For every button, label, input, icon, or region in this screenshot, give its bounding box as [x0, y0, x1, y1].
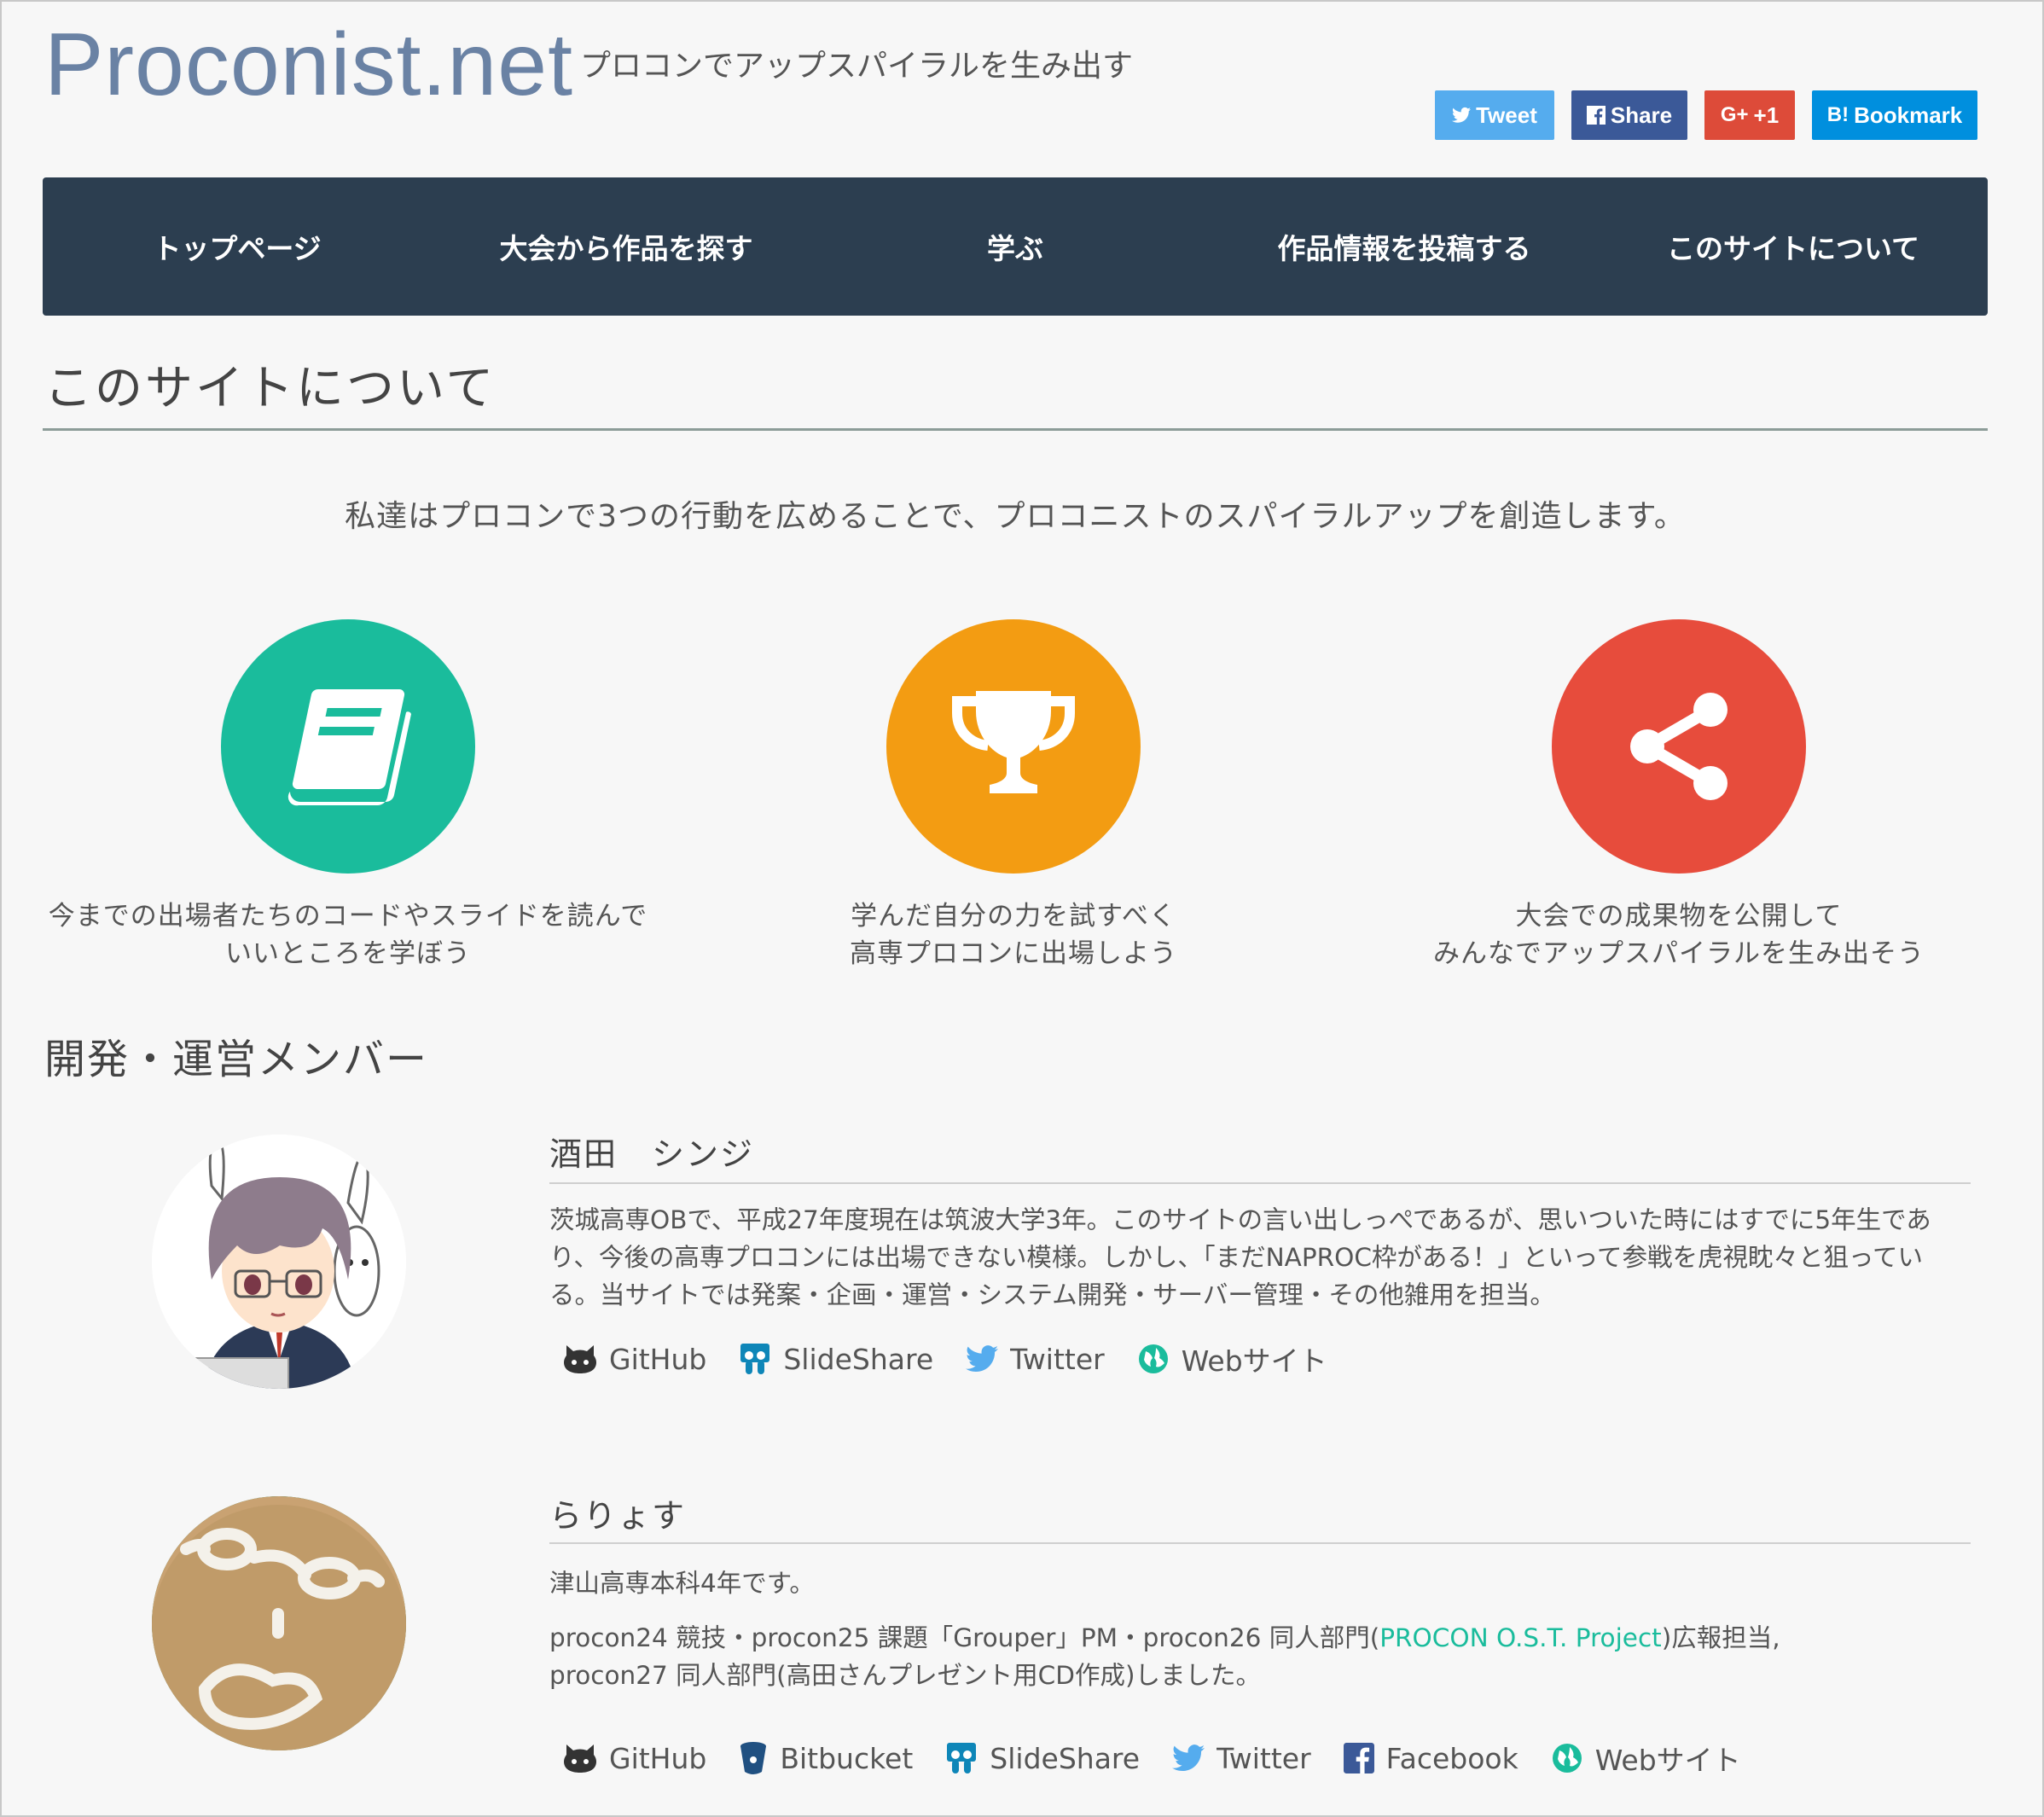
link-label: GitHub [609, 1741, 707, 1775]
nav-item-submit-work[interactable]: 作品情報を投稿する [1210, 177, 1599, 316]
feature-caption: 大会での成果物を公開して みんなでアップスパイラルを生み出そう [1346, 897, 2012, 972]
facebook-icon [1343, 1743, 1374, 1773]
link-label: Webサイト [1181, 1344, 1327, 1378]
share-label: Share [1610, 102, 1673, 128]
globe-icon [1138, 1344, 1168, 1373]
site-title[interactable]: Proconist.net [44, 12, 573, 119]
avatar [152, 1135, 406, 1389]
member-links: GitHub SlideShare Twitter Webサイト [563, 1338, 1327, 1380]
bookmark-label: Bookmark [1854, 102, 1963, 128]
link-label: SlideShare [783, 1342, 934, 1376]
feature-caption: 今までの出場者たちのコードやスライドを読んで いいところを学ぼう [15, 897, 681, 972]
book-icon [287, 688, 411, 806]
slideshare-icon [947, 1743, 977, 1773]
link-label: Twitter [1010, 1342, 1105, 1376]
bitbucket-icon [740, 1742, 767, 1774]
github-icon [564, 1744, 596, 1773]
caption-line: いいところを学ぼう [225, 938, 471, 969]
bio-text: procon24 競技・procon25 課題「Grouper」PM・proco… [549, 1623, 1380, 1652]
facebook-link[interactable]: Facebook [1343, 1737, 1518, 1779]
github-icon [564, 1345, 596, 1373]
link-label: SlideShare [990, 1741, 1141, 1775]
twitter-icon [1172, 1744, 1205, 1772]
slideshare-icon [740, 1344, 770, 1374]
link-label: Webサイト [1594, 1744, 1741, 1777]
member-divider [549, 1182, 1971, 1184]
website-link[interactable]: Webサイト [1137, 1338, 1327, 1380]
twitter-icon [966, 1345, 999, 1373]
share-icon [1630, 693, 1728, 800]
website-link[interactable]: Webサイト [1551, 1737, 1741, 1779]
github-link[interactable]: GitHub [563, 1338, 706, 1380]
mission-statement: 私達はプロコンで3つの行動を広めることで、プロコニストのスパイラルアップを創造し… [345, 499, 1686, 534]
link-label: Bitbucket [780, 1741, 914, 1775]
caption-line: 高専プロコンに出場しよう [850, 938, 1177, 969]
main-navigation: トップページ 大会から作品を探す 学ぶ 作品情報を投稿する このサイトについて [43, 177, 1988, 316]
member-name: らりょす [549, 1497, 687, 1535]
github-link[interactable]: GitHub [563, 1737, 706, 1779]
page-title: このサイトについて [44, 361, 496, 416]
member-links: GitHub Bitbucket SlideShare Twitter Face… [563, 1737, 1741, 1779]
bio-text: )広報担当, [1661, 1623, 1780, 1652]
feature-compete: 学んだ自分の力を試すべく 高専プロコンに出場しよう [681, 619, 1346, 972]
tweet-button[interactable]: Tweet [1435, 90, 1554, 140]
feature-caption: 学んだ自分の力を試すべく 高専プロコンに出場しよう [681, 897, 1346, 972]
caption-line: 大会での成果物を公開して [1515, 901, 1843, 932]
caption-line: 今までの出場者たちのコードやスライドを読んで [48, 901, 648, 932]
tweet-label: Tweet [1476, 102, 1537, 128]
caption-line: みんなでアップスパイラルを生み出そう [1433, 938, 1925, 969]
member-bio: 津山高専本科4年です。 [549, 1569, 815, 1598]
link-label: Facebook [1385, 1741, 1518, 1775]
google-plus-icon: G+ [1720, 103, 1749, 126]
plus-one-label: +1 [1753, 102, 1780, 128]
bitbucket-link[interactable]: Bitbucket [739, 1737, 913, 1779]
nav-item-top[interactable]: トップページ [43, 177, 432, 316]
hatena-bookmark-button[interactable]: B! Bookmark [1812, 90, 1977, 140]
member-divider [549, 1542, 1971, 1544]
feature-circle [1552, 619, 1806, 874]
bio-text: procon27 同人部門(高田さんプレゼント用CD作成)しました。 [549, 1661, 1261, 1690]
slideshare-link[interactable]: SlideShare [945, 1737, 1140, 1779]
members-heading: 開発・運営メンバー [44, 1036, 429, 1083]
twitter-bird-icon [1452, 107, 1472, 123]
feature-circle [221, 619, 475, 874]
slideshare-link[interactable]: SlideShare [739, 1338, 933, 1380]
avatar [152, 1496, 406, 1750]
member-name: 酒田 シンジ [549, 1135, 755, 1173]
feature-circle [886, 619, 1141, 874]
hatena-bookmark-icon: B! [1826, 103, 1849, 126]
google-plus-button[interactable]: G+ +1 [1704, 90, 1795, 140]
feature-share: 大会での成果物を公開して みんなでアップスパイラルを生み出そう [1346, 619, 2012, 972]
feature-learn: 今までの出場者たちのコードやスライドを読んで いいところを学ぼう [15, 619, 681, 972]
cookie-face-avatar [152, 1496, 406, 1750]
twitter-link[interactable]: Twitter [1172, 1737, 1311, 1779]
site-tagline: プロコンでアップスパイラルを生み出す [580, 49, 1134, 84]
member-bio-details: procon24 競技・procon25 課題「Grouper」PM・proco… [549, 1619, 1971, 1694]
facebook-icon [1586, 106, 1606, 125]
nav-item-about[interactable]: このサイトについて [1599, 177, 1988, 316]
twitter-link[interactable]: Twitter [966, 1338, 1105, 1380]
facebook-share-button[interactable]: Share [1571, 90, 1687, 140]
link-label: Twitter [1217, 1741, 1311, 1775]
globe-icon [1552, 1744, 1582, 1773]
link-label: GitHub [609, 1342, 707, 1376]
anime-character-avatar [152, 1135, 406, 1389]
nav-item-search-by-contest[interactable]: 大会から作品を探す [432, 177, 821, 316]
nav-item-learn[interactable]: 学ぶ [821, 177, 1210, 316]
trophy-icon [952, 691, 1075, 793]
caption-line: 学んだ自分の力を試すべく [851, 901, 1176, 932]
procon-ost-project-link[interactable]: PROCON O.S.T. Project [1379, 1623, 1661, 1652]
heading-divider [43, 428, 1988, 431]
member-bio: 茨城高専OBで、平成27年度現在は筑波大学3年。このサイトの言い出しっぺであるが… [549, 1205, 1931, 1309]
